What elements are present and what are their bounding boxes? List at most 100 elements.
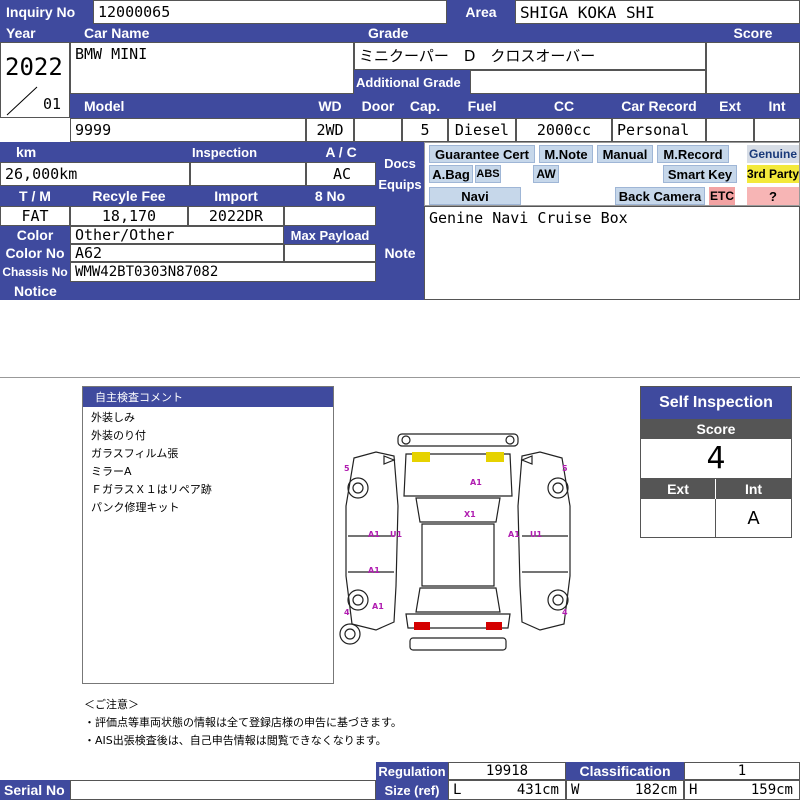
inspection-value	[190, 162, 306, 186]
serial-no-value	[70, 780, 376, 800]
comment-line: 外装しみ	[91, 411, 135, 424]
comment-line: ＦガラスＸ１はリペア跡	[91, 483, 212, 496]
docs-area: Guarantee Cert M.Note Manual M.Record Ge…	[424, 142, 800, 206]
damage-mark: 4	[344, 608, 350, 617]
notice-area	[0, 300, 800, 378]
size-w-value: 182cm	[634, 782, 677, 798]
comment-lines: 外装しみ 外装のり付 ガラスフィルム張 ミラーA ＦガラスＸ１はリペア跡 パンク…	[83, 407, 333, 517]
area-value: SHIGA KOKA SHI	[515, 0, 800, 24]
year-label: Year	[0, 24, 70, 42]
cap-label: Cap.	[402, 94, 448, 118]
classification-value: 1	[684, 762, 800, 780]
inspection-label: Inspection	[190, 142, 306, 162]
equips-label: Equips	[378, 177, 422, 192]
damage-mark: A1	[368, 530, 380, 539]
cc-label: CC	[516, 94, 612, 118]
docs-label: Docs	[384, 156, 416, 171]
size-w-label: W	[571, 782, 580, 798]
badge-navi: Navi	[429, 187, 521, 205]
size-height: H 159cm	[684, 780, 800, 800]
ext-value	[706, 118, 754, 142]
serial-no-label: Serial No	[0, 780, 70, 800]
badge-m-note: M.Note	[539, 145, 593, 163]
door-value	[354, 118, 402, 142]
max-payload-label: Max Payload	[284, 226, 376, 244]
size-width: W 182cm	[566, 780, 684, 800]
note-value: Genine Navi Cruise Box	[424, 206, 800, 300]
color-no-value: A62	[70, 244, 284, 262]
notice-label: Notice	[0, 282, 376, 300]
self-inspection-ext-label: Ext	[641, 479, 716, 499]
model-label: Model	[70, 94, 306, 118]
size-ref-label: Size (ref)	[376, 780, 448, 800]
eight-no-label: 8 No	[284, 186, 376, 206]
size-h-label: H	[689, 782, 698, 798]
car-record-value: Personal	[612, 118, 706, 142]
ext-label: Ext	[706, 94, 754, 118]
comment-line: ガラスフィルム張	[91, 447, 179, 460]
door-label: Door	[354, 94, 402, 118]
damage-mark: 4	[562, 608, 568, 617]
size-l-value: 431cm	[516, 782, 559, 798]
eight-no-value	[284, 206, 376, 226]
grade-value: ミニクーパー D クロスオーバー	[354, 42, 706, 70]
self-inspection-score: 4	[641, 439, 791, 479]
badge-genuine: Genuine	[747, 145, 799, 163]
car-name-value: BMW MINI	[70, 42, 354, 94]
grade-label: Grade	[354, 24, 706, 42]
self-inspection-int-label: Int	[716, 479, 791, 499]
self-inspection-ext-int-values: A	[641, 499, 791, 537]
car-outline	[339, 433, 571, 651]
ac-value: AC	[306, 162, 376, 186]
badge-unknown: ?	[747, 187, 799, 205]
caution-title: ＜ご注意＞	[84, 698, 139, 711]
self-inspection-title: Self Inspection	[641, 387, 791, 419]
ac-label: A / C	[306, 142, 376, 162]
fuel-value: Diesel	[448, 118, 516, 142]
import-value: 2022DR	[188, 206, 284, 226]
self-inspection-ext-int-header: Ext Int	[641, 479, 791, 499]
self-inspection-int-value: A	[747, 507, 760, 529]
self-inspection-panel: Self Inspection Score 4 Ext Int A	[640, 386, 792, 538]
note-label: Note	[376, 206, 424, 300]
badge-guarantee-cert: Guarantee Cert	[429, 145, 535, 163]
color-value: Other/Other	[70, 226, 284, 244]
km-value: 26,000km	[0, 162, 190, 186]
fuel-label: Fuel	[448, 94, 516, 118]
wd-label: WD	[306, 94, 354, 118]
import-label: Import	[188, 186, 284, 206]
km-label: km	[0, 142, 190, 162]
year-block: 2022 01	[0, 42, 70, 118]
car-record-label: Car Record	[612, 94, 706, 118]
inquiry-no-value: 12000065	[93, 0, 447, 24]
badge-etc: ETC	[709, 187, 735, 205]
badge-smart-key: Smart Key	[663, 165, 737, 183]
damage-mark: 5	[344, 464, 350, 473]
self-inspection-ext-value	[641, 499, 716, 537]
size-l-label: L	[453, 782, 462, 798]
tm-label: T / M	[0, 186, 70, 206]
damage-mark: A1	[372, 602, 384, 611]
docs-equips-label: Docs Equips	[376, 142, 424, 206]
area-label: Area	[447, 0, 515, 24]
comment-line: 外装のり付	[91, 429, 146, 442]
badge-m-record: M.Record	[657, 145, 729, 163]
badge-abs: ABS	[475, 165, 501, 183]
caution-line-1: ・評価点等車両状態の情報は全て登録店様の申告に基づきます。	[84, 716, 402, 729]
model-value: 9999	[70, 118, 306, 142]
damage-mark: A1	[470, 478, 482, 487]
tm-value: FAT	[0, 206, 70, 226]
self-inspection-score-label: Score	[641, 419, 791, 439]
size-length: L 431cm	[448, 780, 566, 800]
car-diagram: A1 X1 A1 U1 A1 U1 A1 A1 5 5 4 4	[336, 426, 580, 658]
car-name-label: Car Name	[70, 24, 354, 42]
color-label: Color	[0, 226, 70, 244]
damage-mark: X1	[464, 510, 476, 519]
cap-value: 5	[402, 118, 448, 142]
additional-grade-label: Additional Grade	[354, 70, 470, 94]
score-value	[706, 42, 800, 94]
int-value	[754, 118, 800, 142]
badge-back-camera: Back Camera	[615, 187, 705, 205]
inquiry-no-label: Inquiry No	[0, 0, 93, 24]
regulation-label: Regulation	[376, 762, 448, 780]
